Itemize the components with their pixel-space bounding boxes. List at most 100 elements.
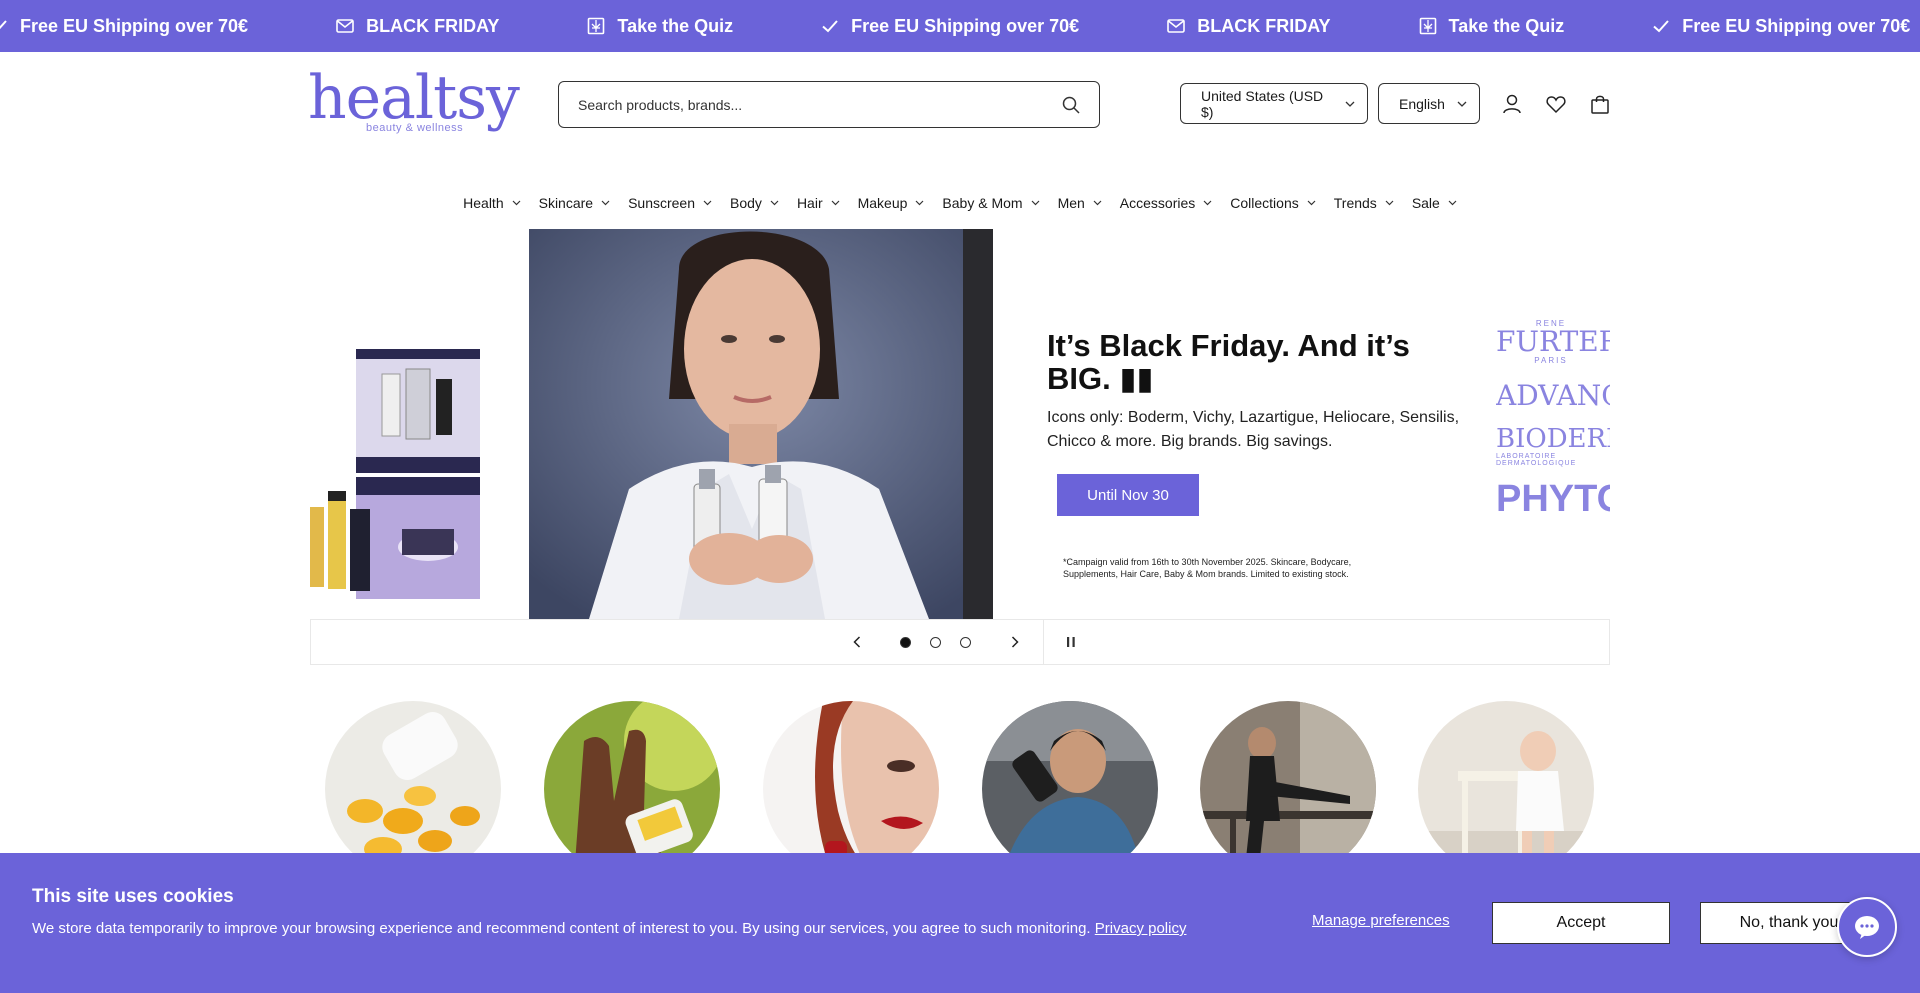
search-input[interactable] — [559, 96, 1051, 113]
quiz-icon — [1417, 15, 1439, 37]
chevron-down-icon — [512, 200, 521, 206]
category-circle-men[interactable] — [982, 701, 1158, 877]
manage-preferences-link[interactable]: Manage preferences — [1312, 912, 1450, 929]
chevron-down-icon — [831, 200, 840, 206]
slider-dot-2[interactable] — [930, 637, 941, 648]
language-label: English — [1399, 95, 1445, 112]
hero-subtitle: Icons only: Boderm, Vichy, Lazartigue, H… — [1047, 409, 1460, 450]
nav-item-hair[interactable]: Hair — [797, 195, 840, 211]
announcement-item[interactable]: Free EU Shipping over 70€ — [0, 15, 248, 37]
mail-icon — [334, 15, 356, 37]
chevron-down-icon — [703, 200, 712, 206]
announcement-track: Free EU Shipping over 70€ BLACK FRIDAY T… — [0, 0, 1920, 52]
slider-next-arrow-icon[interactable] — [1005, 632, 1025, 652]
nav-label: Sale — [1411, 195, 1440, 211]
brand-phyto: PHYTO — [1496, 479, 1610, 519]
product-boxes-image — [310, 229, 530, 619]
logo-tagline: beauty & wellness — [366, 122, 464, 134]
nav-item-makeup[interactable]: Makeup — [858, 195, 925, 211]
announcement-text: BLACK FRIDAY — [1197, 15, 1331, 36]
nav-label: Makeup — [857, 195, 908, 211]
announcement-item[interactable]: BLACK FRIDAY — [334, 15, 499, 37]
announcement-text: BLACK FRIDAY — [366, 15, 500, 36]
announcement-text: Free EU Shipping over 70€ — [20, 15, 249, 36]
chevron-down-icon — [1203, 200, 1212, 206]
announcement-text: Free EU Shipping over 70€ — [851, 15, 1080, 36]
cookie-banner: This site uses cookies We store data tem… — [0, 853, 1920, 993]
main-navigation: Health Skincare Sunscreen Body Hair Make… — [0, 188, 1920, 218]
nav-item-accessories[interactable]: Accessories — [1120, 195, 1212, 211]
check-icon — [0, 15, 10, 37]
nav-label: Sunscreen — [628, 195, 696, 211]
nav-item-baby-mom[interactable]: Baby & Mom — [942, 195, 1039, 211]
cookie-text: We store data temporarily to improve you… — [32, 918, 1232, 940]
category-circle-sport[interactable] — [1200, 701, 1376, 877]
pause-icon[interactable] — [1063, 634, 1079, 650]
nav-item-body[interactable]: Body — [730, 195, 779, 211]
brand-advanced: ADVANCED — [1496, 381, 1610, 411]
chevron-down-icon — [601, 200, 610, 206]
cookie-description: We store data temporarily to improve you… — [32, 920, 1091, 937]
chevron-down-icon — [1307, 200, 1316, 206]
chevron-down-icon — [1345, 101, 1355, 107]
nav-label: Skincare — [538, 195, 594, 211]
nav-item-collections[interactable]: Collections — [1230, 195, 1316, 211]
check-icon — [1650, 15, 1672, 37]
nav-label: Collections — [1230, 195, 1299, 211]
slider-dot-1[interactable] — [900, 637, 911, 648]
announcement-item[interactable]: Take the Quiz — [585, 15, 733, 37]
nav-label: Hair — [796, 195, 823, 211]
slider-controls — [310, 619, 1610, 665]
slider-prev-arrow-icon[interactable] — [847, 632, 867, 652]
chevron-down-icon — [1031, 200, 1040, 206]
brand-furterer: FURTERER — [1496, 328, 1610, 356]
search-icon[interactable] — [1051, 85, 1091, 125]
accept-cookies-button[interactable]: Accept — [1492, 902, 1670, 944]
nav-item-skincare[interactable]: Skincare — [539, 195, 610, 211]
nav-label: Body — [730, 195, 762, 211]
nav-item-trends[interactable]: Trends — [1334, 195, 1394, 211]
brand-sub-rene: RENE — [1535, 319, 1567, 328]
chevron-down-icon — [915, 200, 924, 206]
cookie-title: This site uses cookies — [32, 886, 234, 907]
nav-label: Trends — [1333, 195, 1377, 211]
category-circle-makeup[interactable] — [763, 701, 939, 877]
country-selector[interactable]: United States (USD $) — [1180, 83, 1368, 124]
wishlist-heart-icon[interactable] — [1542, 90, 1570, 118]
mail-icon — [1165, 15, 1187, 37]
nav-item-men[interactable]: Men — [1058, 195, 1102, 211]
hero-model-photo — [529, 229, 993, 619]
logo-wordmark: healtsy — [308, 63, 520, 133]
announcement-text: Free EU Shipping over 70€ — [1682, 15, 1911, 36]
check-icon — [819, 15, 841, 37]
nav-label: Accessories — [1119, 195, 1196, 211]
announcement-item[interactable]: BLACK FRIDAY — [1165, 15, 1331, 37]
category-circle-vitamins[interactable] — [544, 701, 720, 877]
language-selector[interactable]: English — [1378, 83, 1480, 124]
cart-icon[interactable] — [1586, 90, 1614, 118]
slider-divider — [1043, 620, 1044, 664]
site-logo[interactable]: healtsy beauty & wellness — [308, 66, 520, 138]
nav-item-sunscreen[interactable]: Sunscreen — [628, 195, 712, 211]
nav-item-sale[interactable]: Sale — [1412, 195, 1457, 211]
hero-title: It’s Black Friday. And it’s BIG. ▮▮ — [1047, 328, 1410, 396]
announcement-item[interactable]: Free EU Shipping over 70€ — [1650, 15, 1910, 37]
quiz-icon — [585, 15, 607, 37]
account-icon[interactable] — [1498, 90, 1526, 118]
hero-text-block: It’s Black Friday. And it’s BIG. ▮▮ Icon… — [1047, 329, 1467, 454]
chevron-down-icon — [770, 200, 779, 206]
nav-label: Health — [463, 195, 504, 211]
privacy-policy-link[interactable]: Privacy policy — [1095, 920, 1187, 937]
hero-cta-button[interactable]: Until Nov 30 — [1057, 474, 1199, 516]
announcement-item[interactable]: Free EU Shipping over 70€ — [819, 15, 1079, 37]
chat-widget-button[interactable] — [1837, 897, 1897, 957]
slider-dot-3[interactable] — [960, 637, 971, 648]
announcement-text: Take the Quiz — [617, 15, 734, 36]
search-bar — [558, 81, 1100, 128]
nav-item-health[interactable]: Health — [463, 195, 521, 211]
category-circle-supplements[interactable] — [325, 701, 501, 877]
hero-slide[interactable]: It’s Black Friday. And it’s BIG. ▮▮ Icon… — [310, 229, 1610, 619]
brand-bioderma: BIODERMA — [1496, 425, 1610, 453]
announcement-item[interactable]: Take the Quiz — [1417, 15, 1564, 37]
category-circle-baby[interactable] — [1418, 701, 1594, 877]
